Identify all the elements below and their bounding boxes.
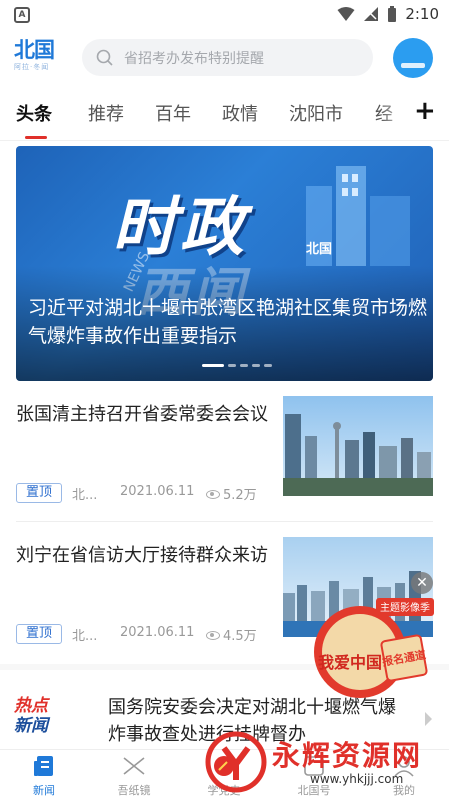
nav-label: 新闻 — [33, 784, 55, 797]
logo-title: 北国 — [14, 37, 55, 62]
carousel-dot — [264, 364, 272, 367]
carousel-dot — [228, 364, 236, 367]
watermark-text: 永辉资源网 — [272, 739, 423, 772]
promo-badge: 主题影像季 — [380, 602, 430, 614]
banner-brand: 北国 — [306, 242, 333, 257]
article-source: 北... — [72, 488, 98, 503]
app-logo: 北国 阿拉·冬闻 — [14, 38, 64, 74]
banner-title: 习近平对湖北十堰市张湾区艳湖社区集贸市场燃气爆炸事故作出重要指示 — [28, 297, 428, 347]
add-channel-icon[interactable]: + — [414, 96, 436, 126]
tabs-divider — [0, 140, 449, 141]
tab-active-indicator — [25, 136, 47, 139]
status-icons: 2:10 — [337, 5, 439, 23]
paper-mirror-icon — [123, 757, 145, 775]
nav-news[interactable]: 新闻 — [4, 754, 84, 798]
pinned-badge: 置顶 — [16, 624, 62, 644]
logo-subtitle: 阿拉·冬闻 — [14, 63, 50, 71]
site-watermark: 永辉资源网 www.yhkjjj.com — [200, 726, 449, 800]
tab-fade — [380, 88, 410, 138]
chevron-right-icon — [425, 712, 432, 726]
tab-recommend[interactable]: 推荐 — [88, 100, 124, 126]
article-views: 5.2万 — [206, 484, 257, 503]
article-meta: 置顶 北... 2021.06.11 4.5万 — [16, 624, 276, 644]
battery-icon — [388, 5, 397, 22]
article-date: 2021.06.11 — [120, 625, 195, 640]
pinned-badge: 置顶 — [16, 483, 62, 503]
watermark-url: www.yhkjjj.com — [310, 772, 404, 786]
headline-carousel[interactable]: 时政 西闻 NEWS 北国 习近平对湖北十堰市张湾区艳湖社区集贸市场燃气爆炸事故… — [16, 146, 433, 381]
article-title: 张国清主持召开省委常委会会议 — [16, 404, 268, 425]
tab-headline[interactable]: 头条 — [16, 100, 52, 126]
article-views: 4.5万 — [206, 625, 257, 644]
article-meta: 置顶 北... 2021.06.11 5.2万 — [16, 483, 276, 503]
nav-label: 吾纸镜 — [117, 784, 151, 797]
building-graphic — [306, 166, 410, 266]
search-bar[interactable]: 省招考办发布特别提醒 — [82, 39, 373, 76]
news-icon — [34, 756, 53, 776]
list-item[interactable]: 张国清主持召开省委常委会会议 置顶 北... 2021.06.11 5.2万 — [0, 396, 449, 531]
clock: 2:10 — [405, 5, 439, 23]
app-header: 北国 阿拉·冬闻 省招考办发布特别提醒 — [0, 30, 449, 85]
nav-paper-mirror[interactable]: 吾纸镜 — [94, 754, 174, 798]
tab-politics[interactable]: 政情 — [222, 100, 258, 126]
article-title: 刘宁在省信访大厅接待群众来访 — [16, 545, 268, 566]
status-bar: A 2:10 — [0, 0, 449, 30]
wifi-icon — [337, 7, 355, 21]
eye-icon — [206, 490, 220, 499]
promo-graphic: 主题影像季 我爱中国 报名通道 — [314, 598, 434, 698]
avatar-decoration — [401, 63, 425, 68]
view-count: 5.2万 — [223, 488, 257, 503]
hot-label-line1: 热点 — [14, 696, 48, 716]
app-notification-icon: A — [14, 7, 30, 23]
list-divider — [16, 521, 433, 522]
article-thumbnail — [283, 396, 433, 496]
watermark-logo-icon — [205, 731, 267, 793]
search-icon — [96, 49, 113, 66]
search-placeholder: 省招考办发布特别提醒 — [124, 51, 264, 67]
tab-centenary[interactable]: 百年 — [155, 100, 191, 126]
carousel-dot — [240, 364, 248, 367]
article-source: 北... — [72, 629, 98, 644]
promo-line: 我爱中国 — [318, 653, 382, 672]
avatar[interactable] — [393, 38, 433, 78]
channel-tabs: 头条 推荐 百年 政情 沈阳市 经 + — [0, 88, 449, 139]
carousel-dot — [252, 364, 260, 367]
close-icon[interactable]: ✕ — [411, 572, 433, 594]
article-date: 2021.06.11 — [120, 484, 195, 499]
floating-promo[interactable]: 主题影像季 我爱中国 报名通道 — [312, 586, 436, 704]
view-count: 4.5万 — [223, 629, 257, 644]
hot-label-line2: 新闻 — [14, 716, 48, 736]
carousel-dot — [202, 364, 224, 367]
hot-news-label: 热点 新闻 — [14, 696, 74, 736]
tab-shenyang[interactable]: 沈阳市 — [289, 100, 343, 126]
signal-icon — [364, 7, 379, 21]
carousel-indicator — [202, 364, 272, 367]
eye-icon — [206, 631, 220, 640]
